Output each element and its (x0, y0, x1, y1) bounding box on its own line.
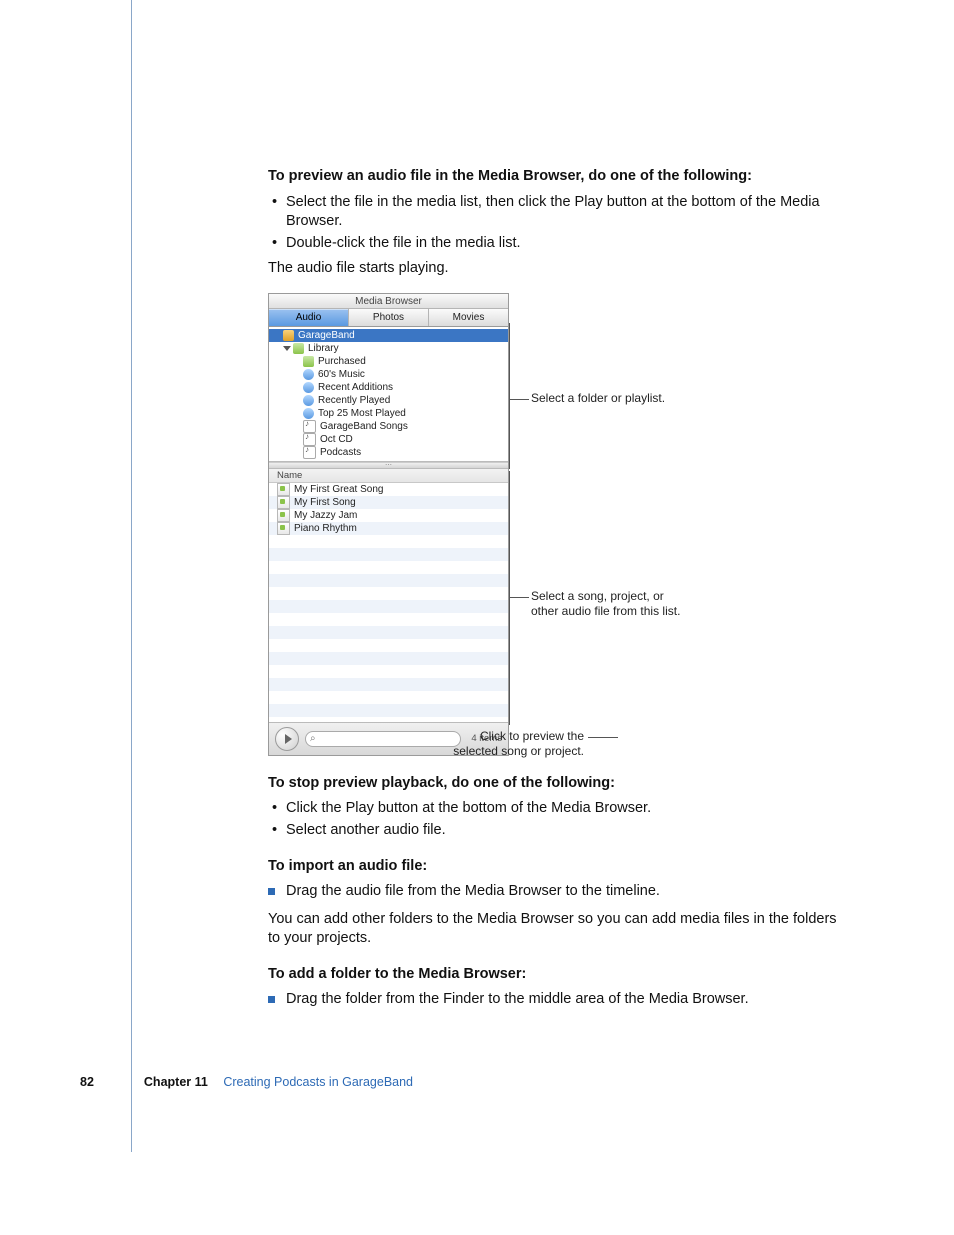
tree-label: Oct CD (320, 434, 353, 445)
callout-text: other audio file from this list. (531, 604, 680, 618)
callout-song: Select a song, project, or other audio f… (531, 589, 680, 619)
audio-file-icon (277, 483, 290, 496)
tree-item[interactable]: Recent Additions (269, 381, 508, 394)
pane-divider[interactable]: ⋯ (269, 462, 508, 469)
file-name: My First Song (294, 497, 356, 508)
bullet-item: Drag the audio file from the Media Brows… (268, 882, 838, 902)
audio-file-icon (277, 509, 290, 522)
tree-label: Recently Played (318, 395, 390, 406)
tree-label: GarageBand (298, 330, 355, 341)
media-browser-figure: Click to preview the selected song or pr… (268, 293, 838, 756)
list-item[interactable]: My Jazzy Jam (269, 509, 508, 522)
callout-play: Click to preview the selected song or pr… (444, 729, 584, 759)
media-list[interactable]: Name My First Great Song My First Song M… (269, 469, 508, 722)
tree-item[interactable]: 60's Music (269, 368, 508, 381)
column-header-name[interactable]: Name (269, 469, 508, 483)
tree-item[interactable]: Podcasts (269, 446, 508, 459)
callout-text: Select a song, project, or (531, 589, 664, 603)
tab-movies[interactable]: Movies (429, 309, 508, 326)
left-margin-rule (131, 0, 132, 1152)
library-icon (293, 343, 304, 354)
bullet-item: Select the file in the media list, then … (268, 193, 838, 232)
media-browser-tabs: Audio Photos Movies (269, 309, 508, 327)
playlist-icon (303, 446, 316, 459)
media-browser-title: Media Browser (269, 294, 508, 309)
list-item[interactable]: My First Great Song (269, 483, 508, 496)
chapter-title: Creating Podcasts in GarageBand (223, 1075, 413, 1089)
audio-file-icon (277, 496, 290, 509)
tree-label: GarageBand Songs (320, 421, 408, 432)
smart-playlist-icon (303, 408, 314, 419)
tree-label: Podcasts (320, 447, 361, 458)
addfolder-bullets: Drag the folder from the Finder to the m… (268, 990, 838, 1010)
file-name: My First Great Song (294, 484, 383, 495)
chapter-label: Chapter 11 (144, 1075, 208, 1089)
list-item[interactable]: Piano Rhythm (269, 522, 508, 535)
smart-playlist-icon (303, 395, 314, 406)
bullet-item: Select another audio file. (268, 821, 838, 841)
source-tree[interactable]: GarageBand Library Purchased 60's Music … (269, 327, 508, 462)
tree-item[interactable]: Recently Played (269, 394, 508, 407)
tab-photos[interactable]: Photos (349, 309, 429, 326)
tree-item-library[interactable]: Library (269, 342, 508, 355)
playlist-icon (303, 356, 314, 367)
bullet-item: Drag the folder from the Finder to the m… (268, 990, 838, 1010)
play-button[interactable] (275, 727, 299, 751)
callout-text: Select a folder or playlist. (531, 391, 665, 405)
garageband-icon (283, 330, 294, 341)
heading-addfolder: To add a folder to the Media Browser: (268, 965, 838, 985)
import-bullets: Drag the audio file from the Media Brows… (268, 882, 838, 902)
smart-playlist-icon (303, 382, 314, 393)
file-name: Piano Rhythm (294, 523, 357, 534)
tree-item[interactable]: Purchased (269, 355, 508, 368)
tree-label: Top 25 Most Played (318, 408, 406, 419)
stop-bullets: Click the Play button at the bottom of t… (268, 799, 838, 840)
bullet-item: Double-click the file in the media list. (268, 234, 838, 254)
callout-text: Click to preview the (480, 729, 584, 743)
heading-stop: To stop preview playback, do one of the … (268, 774, 838, 794)
page-number: 82 (80, 1075, 94, 1089)
tree-label: Library (308, 343, 339, 354)
media-browser-window: Media Browser Audio Photos Movies Garage… (268, 293, 509, 756)
callout-folder: Select a folder or playlist. (531, 391, 665, 406)
paragraph: You can add other folders to the Media B… (268, 910, 838, 949)
tree-label: 60's Music (318, 369, 365, 380)
tab-audio[interactable]: Audio (269, 309, 349, 326)
main-content: To preview an audio file in the Media Br… (268, 167, 838, 1016)
heading-preview: To preview an audio file in the Media Br… (268, 167, 838, 187)
preview-bullets: Select the file in the media list, then … (268, 193, 838, 254)
list-item[interactable]: My First Song (269, 496, 508, 509)
empty-rows (269, 535, 508, 717)
smart-playlist-icon (303, 369, 314, 380)
bracket-line (509, 471, 510, 725)
audio-file-icon (277, 522, 290, 535)
bracket-line (509, 323, 510, 469)
file-name: My Jazzy Jam (294, 510, 357, 521)
tree-label: Purchased (318, 356, 366, 367)
page-footer: 82 Chapter 11 Creating Podcasts in Garag… (80, 1075, 413, 1089)
tree-label: Recent Additions (318, 382, 393, 393)
bullet-item: Click the Play button at the bottom of t… (268, 799, 838, 819)
heading-import: To import an audio file: (268, 857, 838, 877)
search-input[interactable] (305, 731, 461, 747)
disclosure-triangle-icon[interactable] (283, 346, 291, 351)
callout-text: selected song or project. (453, 744, 584, 758)
paragraph: The audio file starts playing. (268, 259, 838, 279)
tree-item-garageband[interactable]: GarageBand (269, 329, 508, 342)
